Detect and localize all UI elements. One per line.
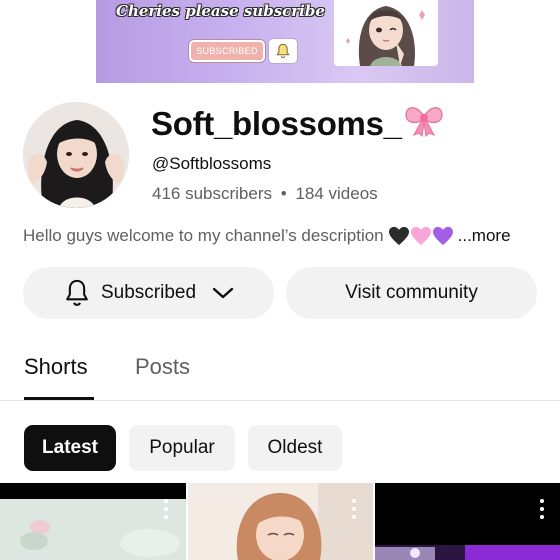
ribbon-icon — [404, 103, 444, 145]
channel-name-text: Soft_blossoms_ — [151, 105, 402, 142]
channel-stats: 416 subscribers • 184 videos — [152, 184, 378, 204]
visit-community-button[interactable]: Visit community — [286, 267, 537, 319]
filter-chip-oldest[interactable]: Oldest — [248, 425, 342, 471]
more-link[interactable]: ...more — [458, 226, 511, 246]
more-options-icon[interactable] — [163, 499, 169, 519]
more-options-icon[interactable] — [351, 499, 357, 519]
channel-tabs: Shorts Posts — [0, 340, 560, 401]
more-options-icon[interactable] — [539, 499, 545, 519]
description-emojis — [388, 226, 454, 246]
banner-illustration — [334, 0, 438, 66]
stats-separator: • — [280, 184, 287, 203]
channel-name: Soft_blossoms_ — [151, 103, 444, 145]
active-tab-indicator — [24, 397, 94, 400]
short-thumbnail[interactable] — [375, 483, 560, 560]
chevron-down-icon — [212, 286, 234, 300]
channel-handle: @Softblossoms — [152, 154, 272, 173]
banner-subscribed-graphic: SUBSCRIBED — [189, 40, 265, 62]
short-thumbnail[interactable] — [0, 483, 186, 560]
subscribed-button[interactable]: Subscribed — [23, 267, 274, 319]
video-count: 184 videos — [295, 184, 378, 203]
channel-description[interactable]: Hello guys welcome to my channel’s descr… — [23, 226, 511, 246]
black-heart-icon — [388, 226, 409, 246]
subscribed-label: Subscribed — [100, 282, 197, 303]
banner-text: Cheries please subscribe — [116, 2, 325, 20]
bell-icon — [268, 38, 298, 64]
pink-heart-icon — [410, 226, 431, 246]
bell-icon — [63, 278, 91, 308]
channel-avatar[interactable] — [23, 102, 129, 208]
filter-chip-latest[interactable]: Latest — [24, 425, 116, 471]
subscriber-count: 416 subscribers — [152, 184, 273, 203]
tab-shorts[interactable]: Shorts — [24, 354, 88, 380]
description-text: Hello guys welcome to my channel’s descr… — [23, 226, 384, 245]
filter-chip-popular[interactable]: Popular — [129, 425, 235, 471]
short-thumbnail[interactable] — [188, 483, 373, 560]
purple-heart-icon — [432, 226, 453, 246]
visit-community-label: Visit community — [345, 282, 478, 303]
tab-posts[interactable]: Posts — [135, 354, 190, 380]
channel-banner: Cheries please subscribe SUBSCRIBED — [96, 0, 474, 83]
